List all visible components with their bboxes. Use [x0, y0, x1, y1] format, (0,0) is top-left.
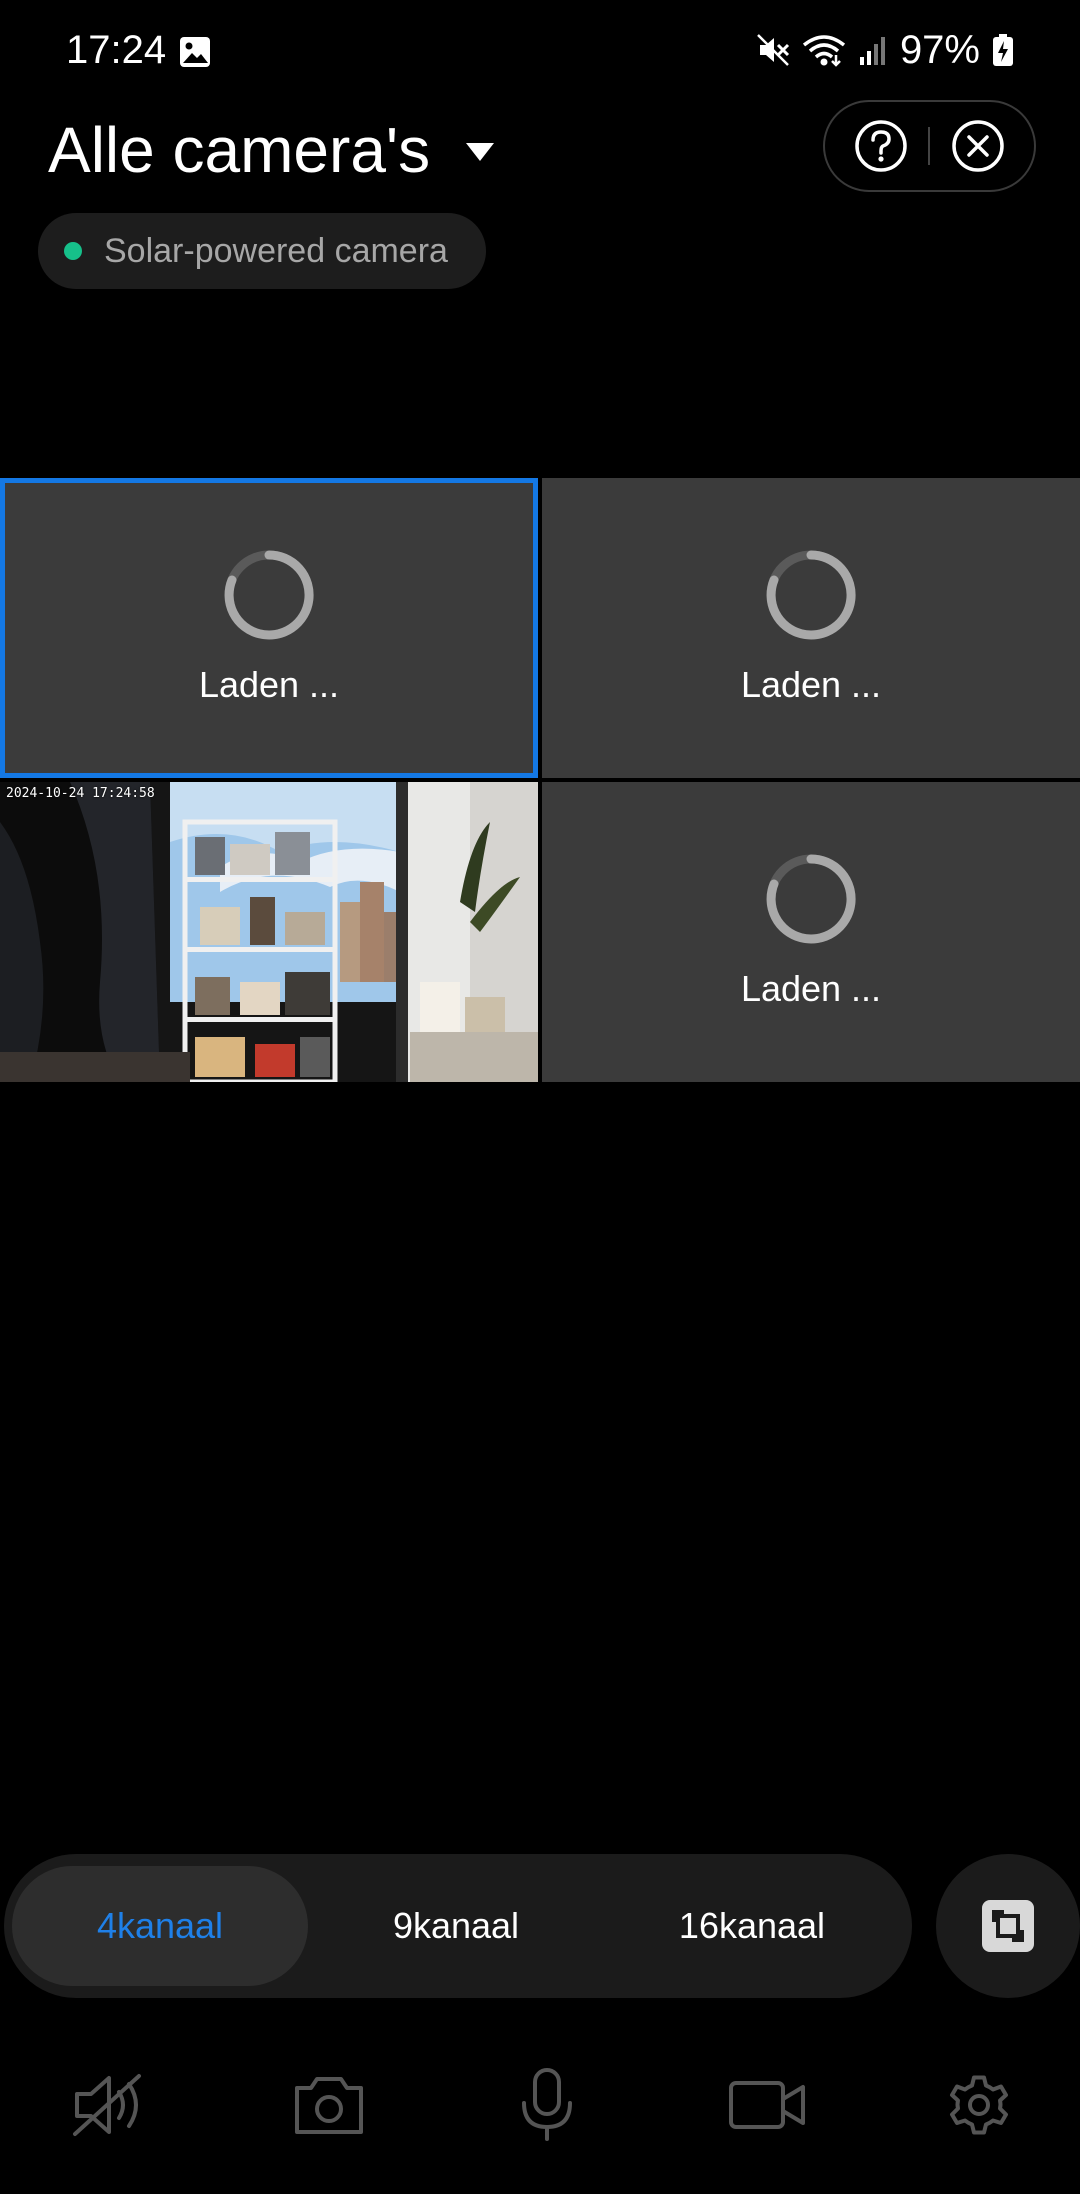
- loading-label: Laden ...: [740, 664, 882, 705]
- battery-percentage: 97%: [899, 28, 980, 72]
- mute-button[interactable]: [64, 2060, 154, 2150]
- help-button[interactable]: [853, 118, 909, 174]
- gallery-icon: [180, 37, 210, 67]
- camera-tile-4[interactable]: Laden ...: [542, 782, 1080, 1082]
- fullscreen-button[interactable]: [936, 1854, 1080, 1998]
- channel-selector: 4kanaal 9kanaal 16kanaal: [4, 1854, 912, 1998]
- loading-label: Laden ...: [740, 968, 882, 1009]
- camera-grid: Laden ... Laden ... 2024-10-24 17:24:58 …: [0, 478, 1080, 1084]
- header-action-group: [823, 100, 1036, 192]
- triangle-down-icon: [466, 143, 495, 161]
- camera-tile-1[interactable]: Laden ...: [0, 478, 538, 778]
- mute-icon: [757, 34, 789, 66]
- status-bar: 17:24 97%: [0, 0, 1080, 100]
- status-time: 17:24: [66, 28, 167, 72]
- record-button[interactable]: [722, 2060, 812, 2150]
- signal-icon: [859, 37, 885, 65]
- loading-label: Laden ...: [198, 664, 340, 705]
- close-circle-icon: [952, 120, 1004, 172]
- online-status-dot: [64, 242, 82, 260]
- help-circle-icon: [855, 120, 907, 172]
- microphone-icon: [522, 2068, 572, 2141]
- loading-spinner-icon: [224, 550, 314, 640]
- camera-selector[interactable]: Alle camera's: [48, 112, 496, 188]
- camera-status-chip[interactable]: Solar-powered camera: [38, 213, 486, 289]
- settings-button[interactable]: [934, 2060, 1024, 2150]
- page-title: Alle camera's: [48, 114, 431, 186]
- battery-charging-icon: [993, 34, 1013, 66]
- loading-spinner-icon: [766, 854, 856, 944]
- speaker-muted-icon: [73, 2074, 141, 2136]
- close-button[interactable]: [950, 118, 1006, 174]
- bottom-toolbar: [0, 2060, 1080, 2150]
- feed-timestamp: 2024-10-24 17:24:58: [6, 786, 155, 801]
- camera-tile-2[interactable]: Laden ...: [542, 478, 1080, 778]
- video-record-icon: [729, 2081, 805, 2129]
- settings-gear-icon: [950, 2075, 1008, 2135]
- camera-name: Solar-powered camera: [104, 231, 448, 270]
- wifi-icon: [802, 35, 846, 67]
- talk-button[interactable]: [502, 2060, 592, 2150]
- tab-16kanaal[interactable]: 16kanaal: [604, 1866, 900, 1986]
- tab-4kanaal[interactable]: 4kanaal: [12, 1866, 308, 1986]
- actions-divider: [928, 127, 931, 165]
- loading-spinner-icon: [766, 550, 856, 640]
- status-icons: 97%: [756, 26, 1014, 74]
- camera-icon: [295, 2077, 363, 2134]
- camera-tile-3-live-feed[interactable]: 2024-10-24 17:24:58: [0, 782, 538, 1082]
- tab-9kanaal[interactable]: 9kanaal: [308, 1866, 604, 1986]
- fullscreen-icon: [982, 1900, 1034, 1952]
- snapshot-button[interactable]: [284, 2060, 374, 2150]
- live-video-frame: [0, 782, 538, 1082]
